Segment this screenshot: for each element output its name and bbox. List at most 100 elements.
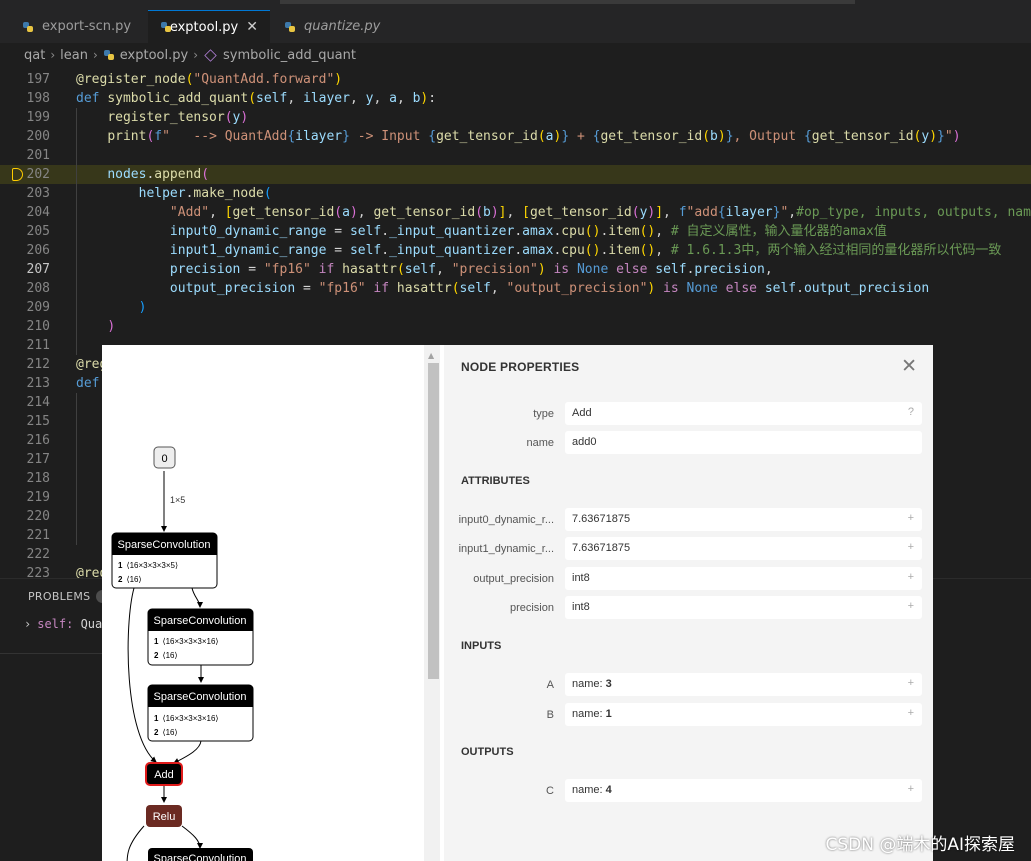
prop-value-text: Add [572,407,592,419]
close-icon[interactable]: ✕ [246,19,258,35]
line-number: 199 [26,110,50,125]
code-text: ) [138,300,147,315]
input-name: 3 [605,678,612,690]
code-line[interactable]: 200 print(f" --> QuantAdd{ilayer} -> Inp… [0,127,1031,146]
help-icon[interactable]: ? [908,406,914,418]
graph-input-node[interactable]: 0 [153,446,176,469]
input-node-label: 0 [161,453,167,465]
graph-conv-node[interactable]: SparseConvolution 1 ⟨16×3×3×3×16⟩ 2 ⟨16⟩ [147,608,254,666]
attr-label: input1_dynamic_r... [458,543,554,555]
breadcrumb-item[interactable]: exptool.py [120,48,188,63]
edge-label: 1×5 [170,495,185,505]
line-number: 206 [26,243,50,258]
code-text: print(f" --> QuantAdd{ilayer} -> Input {… [107,129,961,144]
variable-value: Qua [73,617,103,631]
expand-plus-icon[interactable]: + [908,677,914,689]
python-file-icon [22,21,34,33]
code-line[interactable]: 201 [0,146,1031,165]
prop-value-name[interactable]: add0 [565,431,922,454]
expand-plus-icon[interactable]: + [908,600,914,612]
weight-index: 1 [154,637,159,646]
line-number: 205 [26,224,50,239]
expand-plus-icon[interactable]: + [908,541,914,553]
chevron-right-icon[interactable]: › [24,617,31,631]
close-icon[interactable]: ✕ [901,355,917,378]
prop-value-text: add0 [572,436,597,448]
attr-value-text: int8 [572,572,590,584]
tab-quantize[interactable]: quantize.py [272,10,392,43]
input-label: A [546,679,554,691]
code-line[interactable]: 206 input1_dynamic_range = self._input_q… [0,241,1031,260]
graph-edge [181,825,203,849]
attr-value[interactable]: 7.63671875 + [565,537,922,560]
code-line[interactable]: 208 output_precision = "fp16" if hasattr… [0,279,1031,298]
indent-guide [76,393,77,545]
input-value[interactable]: name: 3 + [565,673,922,696]
code-line[interactable]: 202 nodes.append( [0,165,1031,184]
tab-export-scn[interactable]: export-scn.py [10,10,143,43]
code-line[interactable]: 204 "Add", [get_tensor_id(a), get_tensor… [0,203,1031,222]
debug-variable-row[interactable]: › self: Qua [24,617,102,631]
code-line[interactable]: 197 @register_node("QuantAdd.forward") [0,70,1031,89]
input-label: B [546,709,554,721]
watermark: CSDN @端木的AI探索屋 [825,835,1015,855]
code-line[interactable]: 209 ) [0,298,1031,317]
line-number: 216 [26,433,50,448]
code-text: def symbolic_add_quant(self, ilayer, y, … [76,91,437,106]
breadcrumb-item[interactable]: symbolic_add_quant [223,48,356,63]
attr-value-text: int8 [572,601,590,613]
expand-plus-icon[interactable]: + [908,783,914,795]
svg-text:1⟨16×3×3×3×5⟩: 1 ⟨16×3×3×3×5⟩ [118,561,178,570]
code-line[interactable]: 198 def symbolic_add_quant(self, ilayer, … [0,89,1031,108]
code-line[interactable]: 210 ) [0,317,1031,336]
tab-bar-scroll-strip[interactable] [280,0,855,4]
prop-label-type: type [533,408,554,420]
code-line[interactable]: 203 helper.make_node( [0,184,1031,203]
weight-shape: ⟨16×3×3×3×16⟩ [162,637,218,646]
panel-title: NODE PROPERTIES [461,360,580,374]
line-number: 210 [26,319,50,334]
chevron-right-icon: › [193,48,199,62]
attr-value-text: 7.63671875 [572,513,631,525]
conv-node-title: SparseConvolution [154,691,247,703]
line-number: 207 [26,262,50,277]
scroll-up-arrow-icon[interactable]: ▲ [428,351,434,360]
conv-node-title: SparseConvolution [154,615,247,627]
weight-shape: ⟨16×3×3×3×16⟩ [162,714,218,723]
graph-conv-node[interactable]: SparseConvolution [148,848,253,861]
attr-value[interactable]: int8 + [565,596,922,619]
prop-value-type[interactable]: Add ? [565,402,922,425]
graph-view[interactable]: 1×5 0 SparseConvolution 1 ⟨16×3×3×3×5⟩ 2 ⟨… [102,345,444,861]
code-line[interactable]: 199 register_tensor(y) [0,108,1031,127]
divider [0,653,102,654]
output-value[interactable]: name: 4 + [565,779,922,802]
code-line[interactable]: 207 precision = "fp16" if hasattr(self, … [0,260,1031,279]
input-value[interactable]: name: 1 + [565,703,922,726]
attr-value[interactable]: int8 + [565,567,922,590]
graph-relu-node[interactable]: Relu [146,805,182,827]
tab-label: exptool.py [169,19,239,35]
attr-value[interactable]: 7.63671875 + [565,508,922,531]
graph-canvas[interactable]: 1×5 0 SparseConvolution 1 ⟨16×3×3×3×5⟩ 2 ⟨… [102,345,444,861]
graph-conv-node[interactable]: SparseConvolution 1 ⟨16×3×3×3×5⟩ 2 ⟨16⟩ [111,532,218,589]
expand-plus-icon[interactable]: + [908,512,914,524]
bias-index: 2 [154,651,159,660]
code-line[interactable]: 205 input0_dynamic_range = self._input_q… [0,222,1031,241]
python-file-icon [160,21,171,33]
svg-text:2⟨16⟩: 2 ⟨16⟩ [118,575,142,584]
expand-plus-icon[interactable]: + [908,571,914,583]
expand-plus-icon[interactable]: + [908,707,914,719]
python-file-icon [284,21,296,33]
breadcrumb-item[interactable]: lean [60,48,88,63]
code-text: @register_node("QuantAdd.forward") [76,72,343,87]
line-number: 221 [26,528,50,543]
graph-conv-node[interactable]: SparseConvolution 1 ⟨16×3×3×3×16⟩ 2 ⟨16⟩ [147,684,254,742]
graph-add-node-selected[interactable]: Add [145,762,183,786]
breadcrumb-item[interactable]: qat [24,48,45,63]
chevron-right-icon: › [92,48,98,62]
code-text: precision = "fp16" if hasattr(self, "pre… [169,262,773,277]
line-number: 209 [26,300,50,315]
graph-scrollbar-thumb[interactable] [428,363,439,679]
line-number: 198 [26,91,50,106]
tab-exptool[interactable]: exptool.py ✕ [148,10,270,43]
